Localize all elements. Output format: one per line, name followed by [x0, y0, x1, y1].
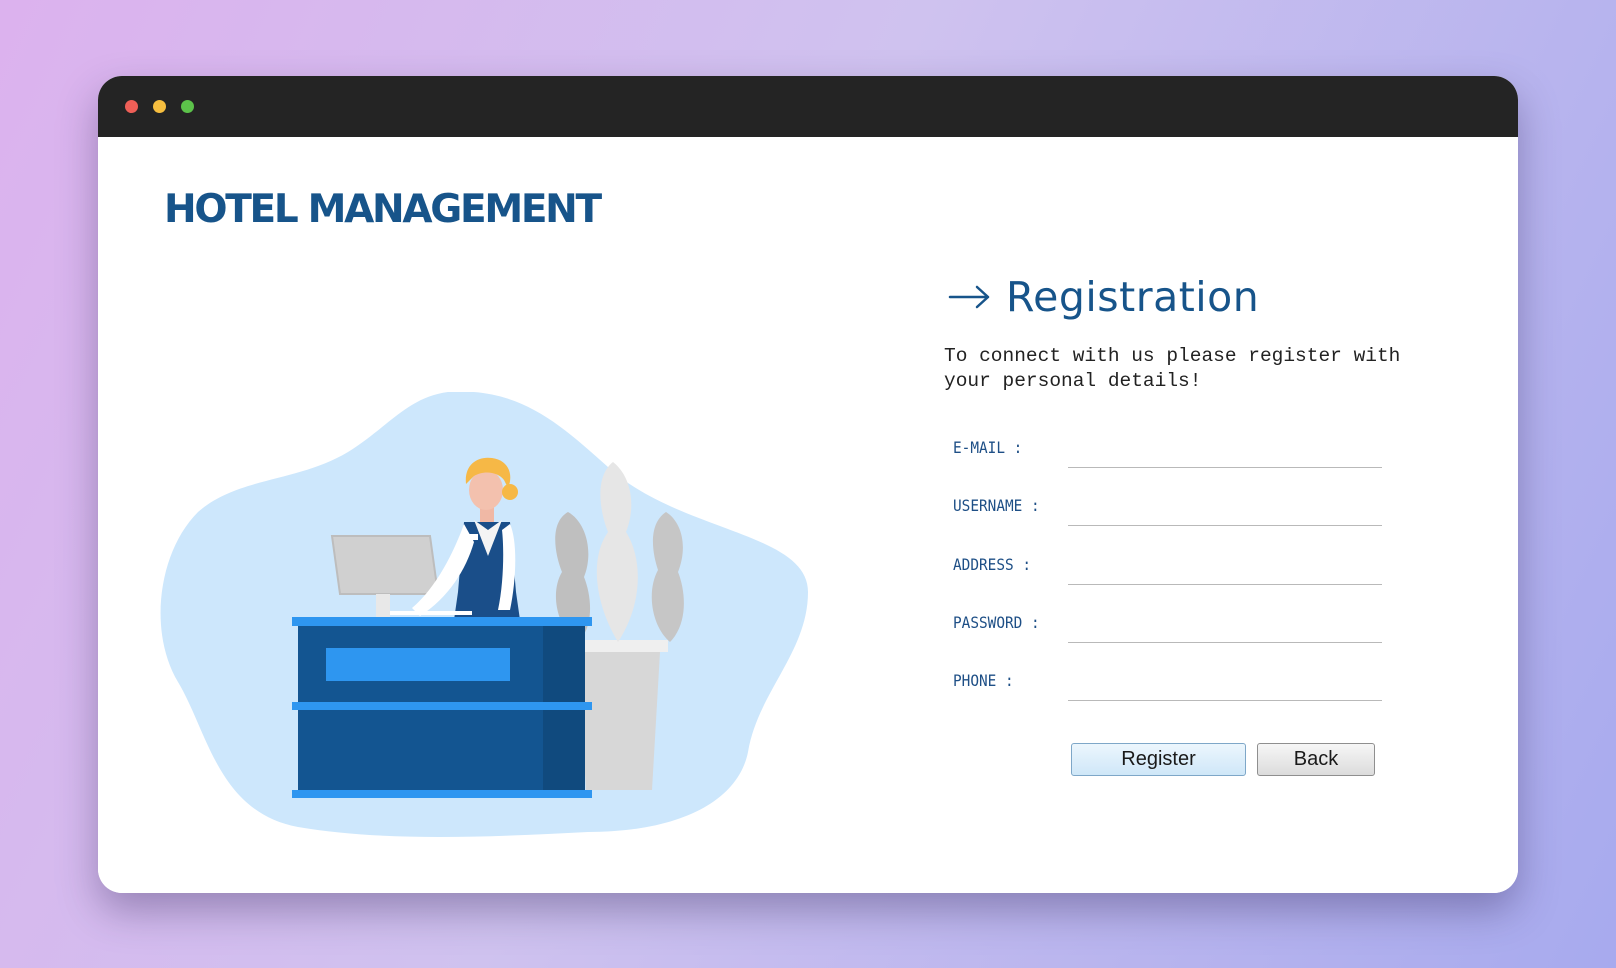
receptionist-name-badge [466, 534, 478, 540]
phone-field-row: PHONE : [944, 665, 1394, 705]
arrow-right-icon [948, 285, 990, 309]
page-content: HOTEL MANAGEMENT Registration To connect… [98, 137, 1518, 893]
desk-side [543, 626, 585, 798]
register-button[interactable]: Register [1071, 743, 1246, 776]
form-heading: Registration [948, 272, 1259, 322]
registration-form: Registration To connect with us please r… [944, 272, 1464, 792]
app-window: HOTEL MANAGEMENT Registration To connect… [98, 76, 1518, 893]
close-window-button[interactable] [125, 100, 138, 113]
address-input[interactable] [1068, 549, 1382, 585]
receptionist-face [469, 470, 503, 510]
phone-label: PHONE : [953, 671, 1014, 690]
email-label: E-MAIL : [953, 438, 1023, 457]
subtitle-line-2: your personal details! [944, 370, 1202, 392]
receptionist-illustration [160, 392, 808, 837]
username-label: USERNAME : [953, 496, 1040, 515]
monitor-screen [330, 535, 440, 595]
address-field-row: ADDRESS : [944, 549, 1394, 589]
form-title: Registration [1006, 273, 1260, 321]
phone-input[interactable] [1068, 665, 1382, 701]
password-input[interactable] [1068, 607, 1382, 643]
plant-pot [578, 652, 660, 790]
title-bar [98, 76, 1518, 137]
subtitle-line-1: To connect with us please register with [944, 345, 1401, 367]
desk-base [292, 790, 592, 798]
back-button[interactable]: Back [1257, 743, 1375, 776]
password-label: PASSWORD : [953, 613, 1040, 632]
username-input[interactable] [1068, 490, 1382, 526]
desk-shelf [292, 702, 592, 710]
email-field-row: E-MAIL : [944, 432, 1394, 472]
address-label: ADDRESS : [953, 555, 1032, 574]
form-subtitle: To connect with us please register with y… [944, 344, 1444, 394]
desk-top [292, 617, 592, 626]
receptionist-hair-bun [502, 484, 518, 500]
desk-panel [326, 648, 510, 681]
keyboard [390, 611, 472, 615]
maximize-window-button[interactable] [181, 100, 194, 113]
username-field-row: USERNAME : [944, 490, 1394, 530]
brand-title: HOTEL MANAGEMENT [164, 187, 602, 232]
email-input[interactable] [1068, 432, 1382, 468]
password-field-row: PASSWORD : [944, 607, 1394, 647]
minimize-window-button[interactable] [153, 100, 166, 113]
